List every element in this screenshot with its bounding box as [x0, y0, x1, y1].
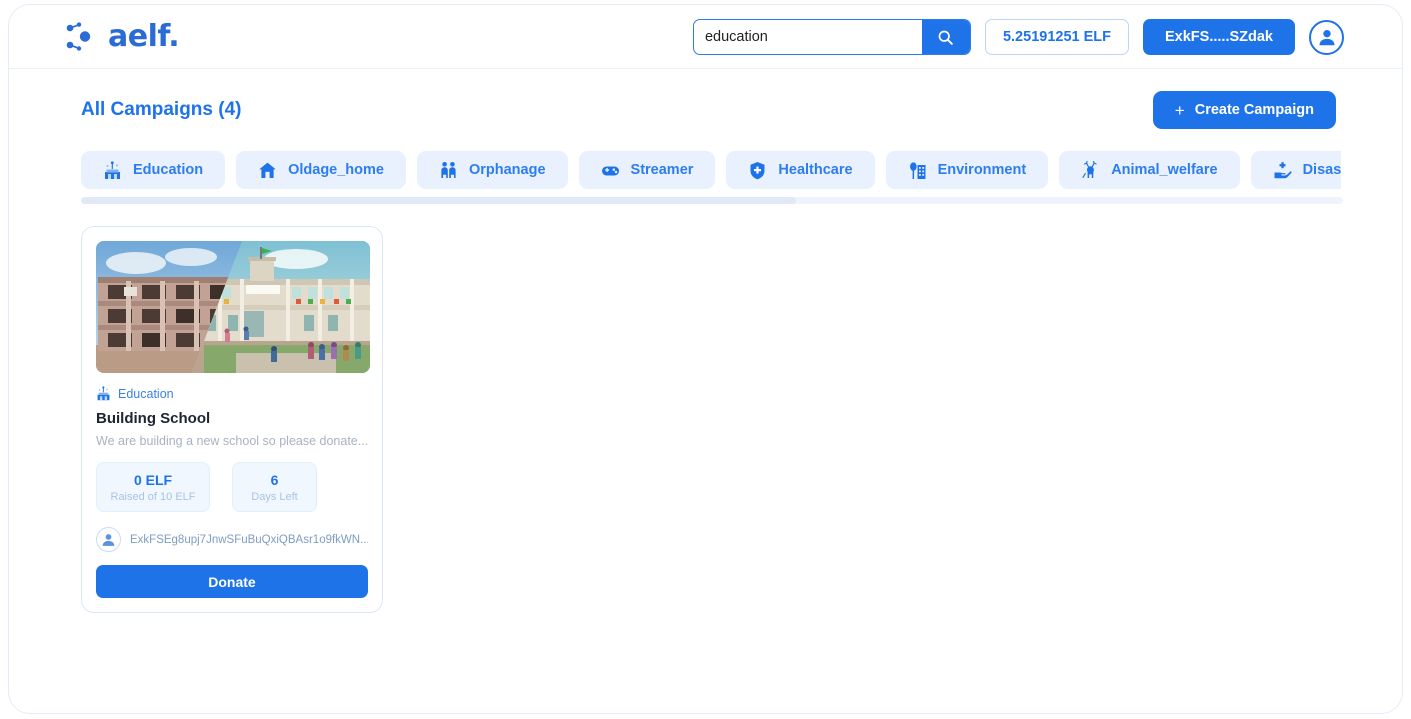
tab-label: Healthcare: [778, 162, 853, 178]
campaign-category-label: Education: [118, 386, 174, 401]
wallet-address-button[interactable]: ExkFS.....SZdak: [1143, 19, 1295, 55]
tab-education[interactable]: Education: [81, 151, 226, 189]
eco-building-icon: [909, 161, 926, 179]
tab-label: Animal_welfare: [1111, 162, 1218, 178]
header-actions: 5.25191251 ELF ExkFS.....SZdak: [692, 5, 1344, 69]
campaign-card-grid: Education Building School We are building …: [9, 204, 1402, 614]
school-icon: [97, 386, 110, 401]
gamepad-icon: [601, 166, 619, 175]
campaign-creator[interactable]: ExkFSEg8upj7JnwSFuBuQxiQBAsr1o9fkWN...: [96, 527, 368, 553]
campaign-category: Education: [96, 386, 368, 401]
tab-label: Oldage_home: [288, 162, 384, 178]
children-icon: [441, 161, 456, 178]
medical-shield-icon: [750, 161, 765, 179]
brand-name: aelf.: [108, 18, 180, 54]
tab-label: Education: [133, 162, 204, 178]
tab-label: Environment: [937, 162, 1027, 178]
tab-animal_welfare[interactable]: Animal_welfare: [1059, 151, 1240, 189]
search-input[interactable]: [693, 20, 922, 54]
user-avatar-icon: [102, 534, 115, 546]
profile-avatar-button[interactable]: [1309, 19, 1344, 55]
days-left-label: Days Left: [251, 491, 298, 504]
app-window: aelf. 5.25191251 ELF ExkFS.....SZdak: [8, 4, 1403, 714]
user-avatar-icon: [1318, 30, 1335, 46]
campaign-title: Building School: [96, 410, 211, 427]
search-button[interactable]: [921, 20, 970, 54]
raised-value: 0 ELF: [133, 472, 173, 488]
app-header: aelf. 5.25191251 ELF ExkFS.....SZdak: [9, 5, 1402, 69]
tab-environment[interactable]: Environment: [885, 151, 1049, 189]
creator-address: ExkFSEg8upj7JnwSFuBuQxiQBAsr1o9fkWN...: [130, 533, 368, 546]
category-tabs-scroller[interactable]: Education Oldage_home Orphanage Streamer Hea…: [9, 151, 1341, 189]
tab-disaster[interactable]: Disaster: [1250, 151, 1341, 189]
tab-label: Streamer: [630, 162, 694, 178]
tab-streamer[interactable]: Streamer: [578, 151, 716, 189]
donate-button[interactable]: Donate: [96, 565, 368, 599]
raised-stat: 0 ELF Raised of 10 ELF: [96, 462, 210, 513]
scrollbar-thumb[interactable]: [81, 197, 796, 204]
tab-label: Orphanage: [468, 162, 546, 178]
tabs-horizontal-scrollbar[interactable]: [81, 197, 1343, 204]
days-left-value: 6: [270, 472, 279, 488]
days-left-stat: 6 Days Left: [232, 462, 317, 513]
tab-oldage_home[interactable]: Oldage_home: [236, 151, 406, 189]
category-tabs: Education Oldage_home Orphanage Streamer Hea…: [81, 151, 1341, 189]
brand-logo[interactable]: aelf.: [65, 18, 180, 54]
tab-healthcare[interactable]: Healthcare: [726, 151, 875, 189]
campaign-stats: 0 ELF Raised of 10 ELF 6 Days Left: [96, 462, 368, 513]
home-icon: [259, 162, 276, 178]
page-title: All Campaigns (4): [81, 99, 242, 120]
wallet-balance: 5.25191251 ELF: [984, 19, 1129, 55]
plus-icon: +: [1174, 100, 1185, 120]
create-campaign-label: Create Campaign: [1194, 102, 1314, 118]
aelf-nodes-logo-icon: [66, 21, 91, 51]
tab-label: Disaster: [1302, 162, 1341, 178]
deer-icon: [1082, 160, 1097, 178]
page-title-row: All Campaigns (4) + Create Campaign: [9, 69, 1402, 129]
campaign-description: We are building a new school so please d…: [96, 434, 368, 448]
campaign-card[interactable]: Education Building School We are building …: [81, 226, 383, 614]
search-box[interactable]: [692, 19, 971, 55]
search-icon: [939, 30, 954, 45]
helping-hand-icon: [1274, 161, 1292, 178]
school-icon: [105, 160, 120, 179]
create-campaign-button[interactable]: + Create Campaign: [1152, 91, 1336, 129]
raised-label: Raised of 10 ELF: [110, 491, 196, 504]
creator-avatar: [96, 527, 121, 553]
tab-orphanage[interactable]: Orphanage: [416, 151, 568, 189]
campaign-image: [96, 241, 370, 373]
